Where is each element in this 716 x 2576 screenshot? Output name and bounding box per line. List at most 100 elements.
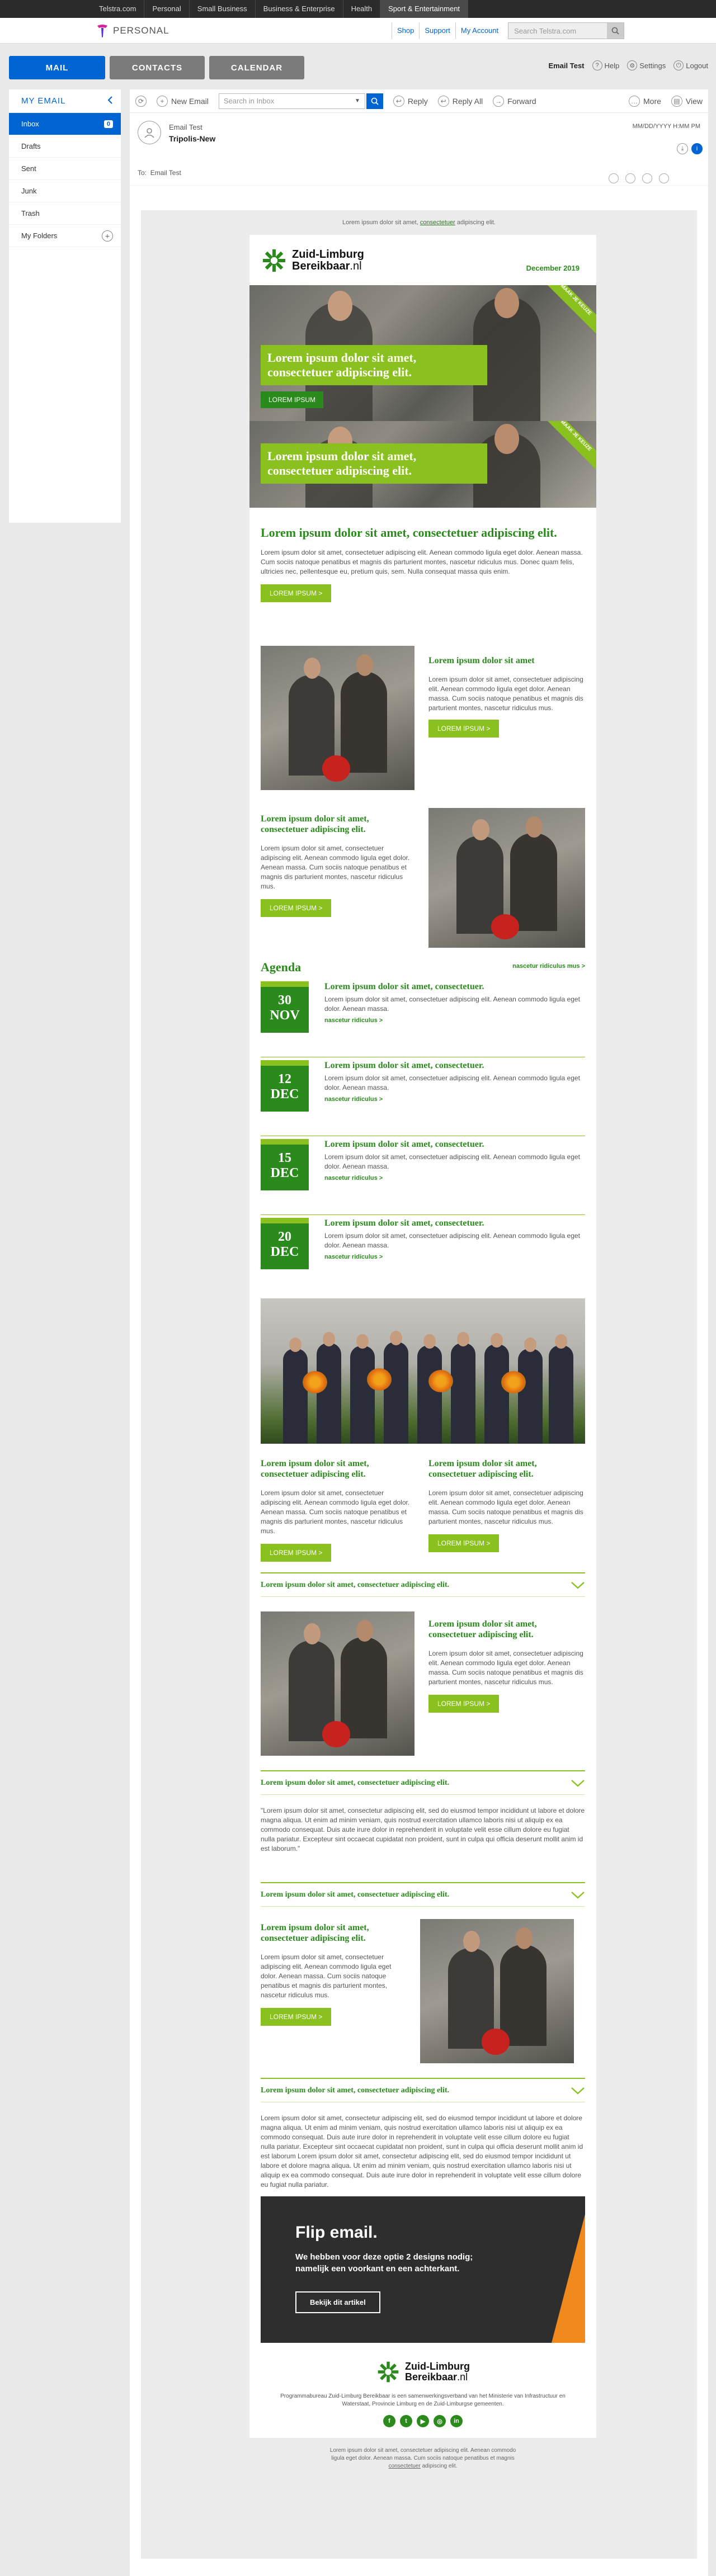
column-title: Lorem ipsum dolor sit amet, consectetuer… (261, 1459, 369, 1479)
tab-contacts[interactable]: CONTACTS (110, 56, 205, 79)
feature-4-image (420, 1919, 574, 2063)
agenda-date: 20 DEC (261, 1218, 309, 1269)
agenda-item-link[interactable]: nascetur ridiculus > (324, 1096, 383, 1103)
add-folder-icon[interactable]: + (102, 230, 113, 242)
global-nav-link-small-business[interactable]: Small Business (190, 0, 256, 18)
linkedin-icon[interactable]: in (450, 2415, 463, 2427)
reply-all-button[interactable]: ↩ Reply All (437, 95, 483, 107)
newsletter-footer: Zuid-Limburg Bereikbaar.nl Programmabure… (249, 2360, 596, 2427)
hero-caption: Lorem ipsum dolor sit amet, consectetuer… (261, 443, 487, 484)
intro-title: Lorem ipsum dolor sit amet, consectetuer… (261, 526, 557, 540)
agenda-more-link[interactable]: nascetur ridiculus mus > (512, 963, 585, 970)
archive-icon[interactable] (642, 173, 652, 183)
sidebar-item-junk[interactable]: Junk (9, 180, 121, 202)
feature-1-button[interactable]: LOREM IPSUM > (428, 720, 500, 738)
global-nav-link-telstra-com[interactable]: Telstra.com (91, 0, 145, 18)
agenda-item-link[interactable]: nascetur ridiculus > (324, 1175, 383, 1181)
help-icon: ? (592, 60, 602, 70)
facebook-icon[interactable]: f (383, 2415, 395, 2427)
global-nav-link-personal[interactable]: Personal (144, 0, 190, 18)
agenda-item[interactable]: 12 DEC Lorem ipsum dolor sit amet, consec… (261, 1060, 585, 1136)
accordion-header[interactable]: Lorem ipsum dolor sit amet, consectetuer… (261, 1882, 585, 1907)
site-search-input[interactable]: Search Telstra.com (508, 22, 625, 39)
footer-bottom-link[interactable]: consectetuer (389, 2463, 421, 2469)
flip-button[interactable]: Bekijk dit artikel (295, 2291, 380, 2313)
tab-calendar[interactable]: CALENDAR (209, 56, 304, 79)
zuid-limburg-logo[interactable]: Zuid-Limburg Bereikbaar.nl (261, 247, 364, 274)
agenda-item-link[interactable]: nascetur ridiculus > (324, 1017, 383, 1024)
sidebar-item-my-folders[interactable]: My Folders + (9, 225, 121, 247)
global-nav-link-health[interactable]: Health (343, 0, 381, 18)
agenda-item[interactable]: 20 DEC Lorem ipsum dolor sit amet, consec… (261, 1218, 585, 1294)
nav-my-account[interactable]: My Account (455, 22, 503, 39)
global-nav-link-sport-entertainment[interactable]: Sport & Entertainment (380, 0, 469, 18)
chevron-down-icon (571, 1779, 585, 1787)
inbox-search-button[interactable] (366, 93, 383, 109)
global-nav-link-business-enterprise[interactable]: Business & Enterprise (256, 0, 343, 18)
footer-logo[interactable]: Zuid-Limburg Bereikbaar.nl (376, 2360, 470, 2384)
feature-3-button[interactable]: LOREM IPSUM > (428, 1695, 500, 1713)
refresh-button[interactable]: ⟳ (135, 95, 147, 107)
agenda-item-title: Lorem ipsum dolor sit amet, consectetuer… (324, 1061, 484, 1070)
search-icon[interactable] (607, 23, 624, 39)
logout-link[interactable]: ⏻ Logout (673, 60, 708, 70)
agenda-item-link[interactable]: nascetur ridiculus > (324, 1254, 383, 1260)
hero-banner-1[interactable]: Lorem ipsum dolor sit amet, consectetuer… (249, 285, 596, 421)
twitter-icon[interactable]: t (400, 2415, 412, 2427)
agenda-item[interactable]: 30 NOV Lorem ipsum dolor sit amet, consec… (261, 981, 585, 1057)
accordion-header[interactable]: Lorem ipsum dolor sit amet, consectetuer… (261, 2078, 585, 2102)
agenda-month: DEC (270, 1245, 299, 1259)
accordion-title: Lorem ipsum dolor sit amet, consectetuer… (261, 1890, 450, 1899)
reply-button[interactable]: ↩ Reply (393, 95, 428, 107)
column-button[interactable]: LOREM IPSUM > (261, 1544, 332, 1562)
sidebar-item-inbox[interactable]: Inbox 0 (9, 113, 121, 135)
collapse-chevron-icon[interactable] (107, 96, 113, 106)
forward-button[interactable]: → Forward (493, 95, 536, 107)
feature-3-image (261, 1611, 414, 1756)
reply-all-label: Reply All (452, 96, 483, 106)
column-right: Lorem ipsum dolor sit amet, consectetuer… (428, 1458, 585, 1552)
info-icon[interactable]: i (691, 143, 703, 154)
agenda-item[interactable]: 15 DEC Lorem ipsum dolor sit amet, consec… (261, 1139, 585, 1215)
new-email-button[interactable]: + New Email (157, 95, 209, 107)
telstra-logo[interactable]: PERSONAL (96, 23, 169, 38)
sidebar-item-trash[interactable]: Trash (9, 202, 121, 225)
preheader-link[interactable]: consectetuer (420, 219, 455, 226)
feature-2-button[interactable]: LOREM IPSUM > (261, 899, 332, 917)
hero-cta-button[interactable]: LOREM IPSUM (261, 391, 324, 408)
print-icon[interactable] (625, 173, 635, 183)
more-button[interactable]: … More (629, 96, 661, 107)
nav-support[interactable]: Support (419, 22, 455, 39)
download-icon[interactable]: ⤓ (677, 143, 688, 154)
sidebar-title: MY EMAIL (21, 96, 66, 106)
intro-button[interactable]: LOREM IPSUM > (261, 584, 332, 602)
tab-mail[interactable]: MAIL (9, 56, 105, 79)
sidebar-item-drafts[interactable]: Drafts (9, 135, 121, 158)
logout-label: Logout (686, 61, 708, 70)
intro-text: Lorem ipsum dolor sit amet, consectetuer… (261, 549, 583, 575)
feature-4-button[interactable]: LOREM IPSUM > (261, 2008, 332, 2026)
delete-icon[interactable] (659, 173, 669, 183)
instagram-icon[interactable]: ◎ (434, 2415, 446, 2427)
header-actions: ⤓ i (677, 143, 703, 154)
reply-icon: ↩ (393, 95, 404, 107)
recipient-line: To: Email Test (138, 169, 181, 177)
hero-banner-2[interactable]: Lorem ipsum dolor sit amet, consectetuer… (249, 421, 596, 508)
column-left: Lorem ipsum dolor sit amet, consectetuer… (261, 1458, 412, 1562)
sidebar-item-sent[interactable]: Sent (9, 158, 121, 180)
view-button[interactable]: ▤ View (671, 96, 703, 107)
settings-link[interactable]: ⚙ Settings (627, 60, 666, 70)
accordion-header[interactable]: Lorem ipsum dolor sit amet, consectetuer… (261, 1770, 585, 1795)
flip-title: Flip email. (295, 2223, 378, 2242)
youtube-icon[interactable]: ▶ (417, 2415, 429, 2427)
feature-1-title: Lorem ipsum dolor sit amet (428, 656, 535, 665)
accordion-header[interactable]: Lorem ipsum dolor sit amet, consectetuer… (261, 1572, 585, 1597)
help-link[interactable]: ? Help (592, 60, 619, 70)
flag-icon[interactable] (609, 173, 619, 183)
sidebar-item-label: Sent (21, 164, 36, 173)
chevron-down-icon[interactable]: ▼ (355, 98, 360, 104)
inbox-search-input[interactable]: Search in Inbox ▼ (218, 93, 365, 109)
nav-shop[interactable]: Shop (392, 22, 419, 39)
column-button[interactable]: LOREM IPSUM > (428, 1534, 500, 1552)
search-icon (371, 97, 379, 105)
